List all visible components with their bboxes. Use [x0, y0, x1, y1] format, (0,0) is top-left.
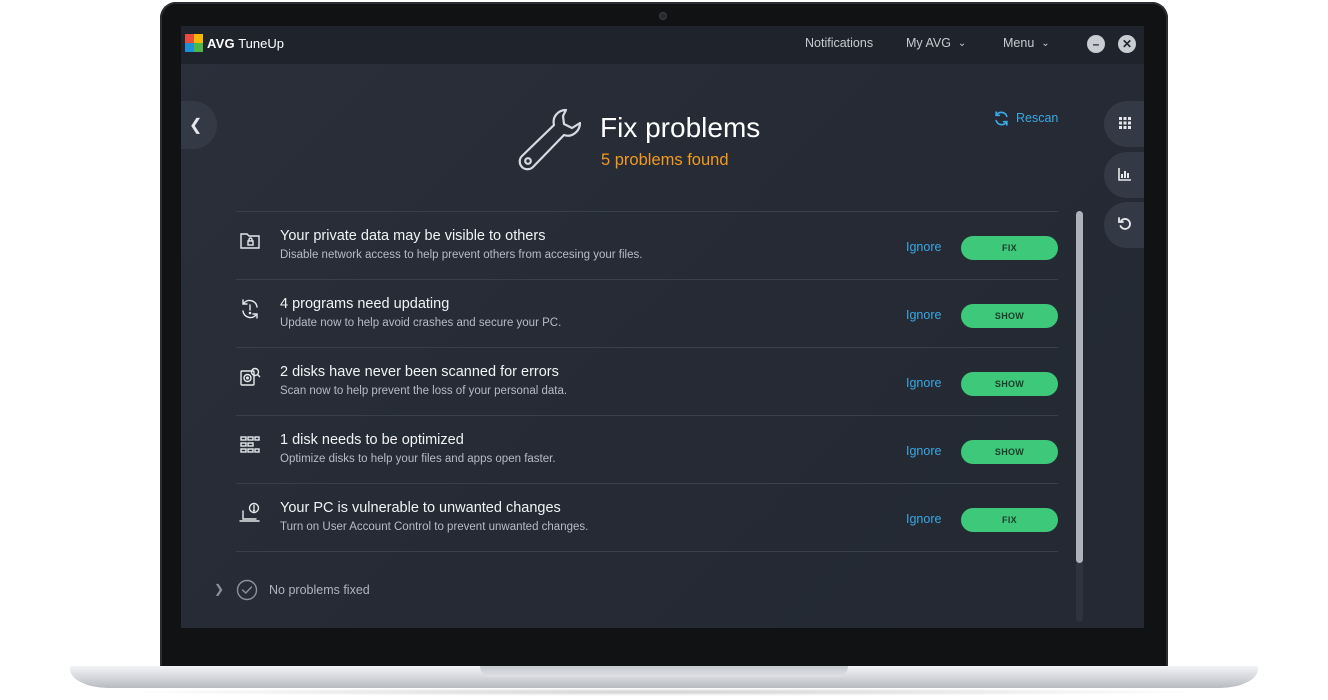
show-button[interactable]: SHOW	[961, 372, 1058, 396]
chevron-left-icon: ❮	[189, 117, 203, 134]
camera	[659, 12, 667, 20]
main-menu[interactable]: Menu ⌄	[1003, 36, 1050, 50]
problem-title: Your private data may be visible to othe…	[280, 228, 546, 244]
problem-row: Your private data may be visible to othe…	[236, 212, 1058, 280]
chevron-right-icon: ❯	[214, 582, 225, 596]
rescan-label: Rescan	[1016, 110, 1059, 125]
fix-button[interactable]: FIX	[961, 508, 1058, 532]
show-button[interactable]: SHOW	[961, 304, 1058, 328]
back-button[interactable]: ❮	[181, 101, 217, 149]
problem-row: 2 disks have never been scanned for erro…	[236, 348, 1058, 416]
minimize-icon: –	[1092, 37, 1100, 51]
my-avg-menu[interactable]: My AVG ⌄	[906, 36, 966, 50]
wrench-icon	[518, 108, 582, 171]
problem-list: Your private data may be visible to othe…	[236, 211, 1058, 552]
my-avg-label: My AVG	[906, 36, 951, 50]
close-button[interactable]: ✕	[1118, 35, 1136, 53]
show-button[interactable]: SHOW	[961, 440, 1058, 464]
problem-row: 4 programs need updating Update now to h…	[236, 280, 1058, 348]
notifications-link[interactable]: Notifications	[805, 36, 873, 50]
close-icon: ✕	[1121, 37, 1133, 51]
update-alert-icon	[242, 299, 258, 319]
ignore-button[interactable]: Ignore	[906, 512, 941, 526]
problem-title: 1 disk needs to be optimized	[280, 432, 464, 448]
laptop-notch	[480, 666, 848, 677]
avg-logo-icon	[185, 34, 203, 52]
expand-fixed-toggle[interactable]: ❯	[214, 582, 224, 596]
fixed-status: No problems fixed	[269, 583, 370, 597]
pc-warning-icon	[239, 502, 260, 522]
problem-row: 1 disk needs to be optimized Optimize di…	[236, 416, 1058, 484]
problems-count: 5 problems found	[601, 151, 729, 169]
ignore-button[interactable]: Ignore	[906, 444, 941, 458]
title-bar: AVG TuneUp Notifications My AVG ⌄ Menu ⌄ –…	[181, 26, 1144, 64]
ignore-button[interactable]: Ignore	[906, 308, 941, 322]
minimize-button[interactable]: –	[1087, 35, 1105, 53]
undo-button[interactable]	[1104, 202, 1144, 248]
disk-optimize-icon	[240, 436, 260, 453]
problem-title: Your PC is vulnerable to unwanted change…	[280, 500, 561, 516]
brand-bold: AVG	[207, 36, 235, 51]
problem-description: Disable network access to help prevent o…	[280, 249, 643, 261]
page-title: Fix problems	[600, 112, 761, 143]
disk-scan-icon	[240, 367, 261, 386]
chevron-down-icon: ⌄	[957, 38, 967, 49]
laptop-shadow	[110, 688, 1218, 696]
ignore-button[interactable]: Ignore	[906, 240, 941, 254]
grid-icon	[1119, 117, 1131, 129]
problem-title: 2 disks have never been scanned for erro…	[280, 364, 559, 380]
problem-description: Optimize disks to help your files and ap…	[280, 453, 556, 465]
problem-description: Turn on User Account Control to prevent …	[280, 521, 589, 533]
chevron-down-icon: ⌄	[1041, 38, 1050, 49]
apps-grid-button[interactable]	[1104, 101, 1144, 147]
brand-name: TuneUp	[238, 36, 284, 51]
problem-description: Update now to help avoid crashes and sec…	[280, 317, 562, 329]
ignore-button[interactable]: Ignore	[906, 376, 941, 390]
stats-button[interactable]	[1104, 152, 1144, 198]
refresh-icon	[995, 111, 1008, 126]
problem-title: 4 programs need updating	[280, 296, 450, 312]
problem-description: Scan now to help prevent the loss of you…	[280, 385, 568, 397]
bar-chart-icon	[1118, 168, 1131, 181]
rescan-button[interactable]: Rescan	[993, 110, 1058, 127]
problem-row: Your PC is vulnerable to unwanted change…	[236, 484, 1058, 552]
undo-icon	[1118, 217, 1131, 230]
fix-button[interactable]: FIX	[961, 236, 1058, 260]
folder-lock-icon	[240, 233, 260, 249]
scrollbar-thumb[interactable]	[1076, 211, 1083, 563]
notifications-label: Notifications	[805, 36, 874, 50]
check-circle-icon	[236, 579, 258, 601]
app-window: AVG TuneUp Notifications My AVG ⌄ Menu ⌄ –…	[181, 26, 1144, 628]
app-title: AVG TuneUp	[207, 36, 284, 51]
menu-label: Menu	[1003, 36, 1035, 50]
